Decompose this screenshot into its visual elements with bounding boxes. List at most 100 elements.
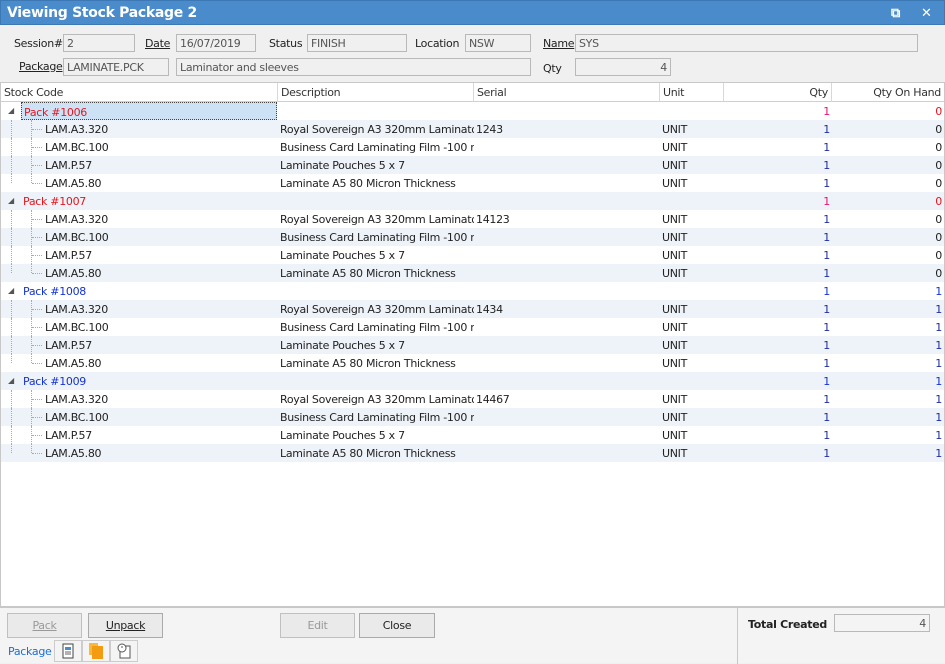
pack-label[interactable]: Pack #1008 — [21, 282, 277, 300]
pack-qty-on-hand: 0 — [935, 195, 942, 208]
table-row[interactable]: LAM.BC.100 Business Card Laminating Film … — [1, 318, 944, 336]
stock-code-cell: LAM.BC.100 — [45, 141, 109, 154]
total-panel: Total Created 4 — [737, 608, 945, 664]
serial-cell — [474, 246, 660, 264]
package-description-field[interactable]: Laminator and sleeves — [176, 58, 531, 76]
package-label: Package — [19, 60, 63, 73]
table-row[interactable]: LAM.A5.80 Laminate A5 80 Micron Thickness… — [1, 444, 944, 462]
tab-history[interactable] — [110, 640, 138, 662]
collapse-icon[interactable]: ◢ — [6, 102, 16, 120]
serial-cell — [474, 354, 660, 372]
tree-line — [11, 174, 12, 183]
collapse-icon[interactable]: ◢ — [6, 192, 16, 210]
tree-line — [11, 390, 12, 408]
table-row[interactable]: LAM.A5.80 Laminate A5 80 Micron Thickness… — [1, 174, 944, 192]
qty-cell: 1 — [823, 393, 830, 406]
pack-label[interactable]: Pack #1009 — [21, 372, 277, 390]
tree-line — [11, 444, 12, 453]
serial-cell — [474, 138, 660, 156]
serial-cell: 1243 — [476, 123, 503, 136]
table-row[interactable]: LAM.BC.100 Business Card Laminating Film … — [1, 228, 944, 246]
pack-label[interactable]: Pack #1006 — [21, 102, 277, 120]
tree-line — [32, 345, 42, 346]
pack-row[interactable]: ◢ Pack #1008 1 1 — [1, 282, 944, 300]
qty-on-hand-cell: 1 — [935, 447, 942, 460]
column-qty[interactable]: Qty — [724, 83, 832, 102]
table-row[interactable]: LAM.BC.100 Business Card Laminating Film … — [1, 408, 944, 426]
pack-button[interactable]: Pack — [7, 613, 82, 638]
qty-cell: 1 — [823, 321, 830, 334]
unpack-button[interactable]: Unpack — [88, 613, 163, 638]
restore-icon[interactable]: ⧉ — [891, 6, 900, 21]
description-cell: Business Card Laminating Film -100 micro… — [280, 411, 474, 424]
unit-cell: UNIT — [662, 393, 688, 406]
column-serial[interactable]: Serial — [474, 83, 660, 102]
serial-cell — [474, 156, 660, 174]
unit-cell: UNIT — [662, 177, 688, 190]
qty-on-hand-cell: 0 — [935, 231, 942, 244]
tree-line — [32, 309, 42, 310]
date-field[interactable]: 16/07/2019 — [176, 34, 256, 52]
session-label: Session# — [14, 37, 63, 50]
table-row[interactable]: LAM.A3.320 Royal Sovereign A3 320mm Lamin… — [1, 210, 944, 228]
session-field[interactable]: 2 — [63, 34, 135, 52]
description-cell: Laminate Pouches 5 x 7 — [280, 429, 405, 442]
status-field[interactable]: FINISH — [307, 34, 407, 52]
pack-row[interactable]: ◢ Pack #1009 1 1 — [1, 372, 944, 390]
package-field[interactable]: LAMINATE.PCK — [63, 58, 169, 76]
tab-package[interactable]: Package — [8, 645, 52, 658]
tree-line — [32, 417, 42, 418]
column-qty-on-hand[interactable]: Qty On Hand — [832, 83, 944, 102]
unit-cell: UNIT — [662, 411, 688, 424]
stock-code-cell: LAM.P.57 — [45, 429, 92, 442]
qty-cell: 1 — [823, 123, 830, 136]
collapse-icon[interactable]: ◢ — [6, 282, 16, 300]
table-row[interactable]: LAM.P.57 Laminate Pouches 5 x 7 UNIT 1 0 — [1, 246, 944, 264]
column-stock-code[interactable]: Stock Code — [1, 83, 278, 102]
serial-cell — [474, 174, 660, 192]
qty-cell: 1 — [823, 357, 830, 370]
unit-cell: UNIT — [662, 267, 688, 280]
tree-line — [11, 120, 12, 138]
unit-cell: UNIT — [662, 123, 688, 136]
table-row[interactable]: LAM.P.57 Laminate Pouches 5 x 7 UNIT 1 1 — [1, 336, 944, 354]
table-row[interactable]: LAM.BC.100 Business Card Laminating Film … — [1, 138, 944, 156]
pack-row[interactable]: ◢ Pack #1007 1 0 — [1, 192, 944, 210]
tree-line — [11, 318, 12, 336]
tab-documents[interactable] — [82, 640, 110, 662]
table-row[interactable]: LAM.P.57 Laminate Pouches 5 x 7 UNIT 1 1 — [1, 426, 944, 444]
package-grid[interactable]: Stock Code Description Serial Unit Qty Q… — [0, 82, 945, 607]
window-title: Viewing Stock Package 2 — [7, 5, 197, 21]
description-cell: Laminate Pouches 5 x 7 — [280, 339, 405, 352]
description-cell: Laminate Pouches 5 x 7 — [280, 159, 405, 172]
tab-report[interactable] — [54, 640, 82, 662]
collapse-icon[interactable]: ◢ — [6, 372, 16, 390]
location-field[interactable]: NSW — [465, 34, 531, 52]
table-row[interactable]: LAM.A3.320 Royal Sovereign A3 320mm Lamin… — [1, 120, 944, 138]
pack-row[interactable]: ◢ Pack #1006 1 0 — [1, 102, 944, 120]
name-label: Name — [543, 37, 575, 50]
qty-field[interactable]: 4 — [575, 58, 671, 76]
name-field[interactable]: SYS — [575, 34, 918, 52]
unit-cell: UNIT — [662, 339, 688, 352]
pack-label[interactable]: Pack #1007 — [21, 192, 277, 210]
edit-button[interactable]: Edit — [280, 613, 355, 638]
pack-qty-on-hand: 0 — [935, 105, 942, 118]
total-created-label: Total Created — [748, 618, 827, 631]
stock-code-cell: LAM.BC.100 — [45, 411, 109, 424]
table-row[interactable]: LAM.A3.320 Royal Sovereign A3 320mm Lamin… — [1, 390, 944, 408]
qty-cell: 1 — [823, 303, 830, 316]
footer-panel: Pack Unpack Edit Close Total Created 4 P… — [0, 607, 945, 664]
column-description[interactable]: Description — [278, 83, 474, 102]
table-row[interactable]: LAM.P.57 Laminate Pouches 5 x 7 UNIT 1 0 — [1, 156, 944, 174]
qty-on-hand-cell: 0 — [935, 123, 942, 136]
column-unit[interactable]: Unit — [660, 83, 724, 102]
table-row[interactable]: LAM.A3.320 Royal Sovereign A3 320mm Lamin… — [1, 300, 944, 318]
table-row[interactable]: LAM.A5.80 Laminate A5 80 Micron Thickness… — [1, 354, 944, 372]
stock-code-cell: LAM.A5.80 — [45, 177, 102, 190]
close-icon[interactable]: ✕ — [921, 6, 932, 21]
close-button[interactable]: Close — [359, 613, 435, 638]
description-cell: Laminate Pouches 5 x 7 — [280, 249, 405, 262]
table-row[interactable]: LAM.A5.80 Laminate A5 80 Micron Thickness… — [1, 264, 944, 282]
tree-line — [31, 174, 32, 183]
